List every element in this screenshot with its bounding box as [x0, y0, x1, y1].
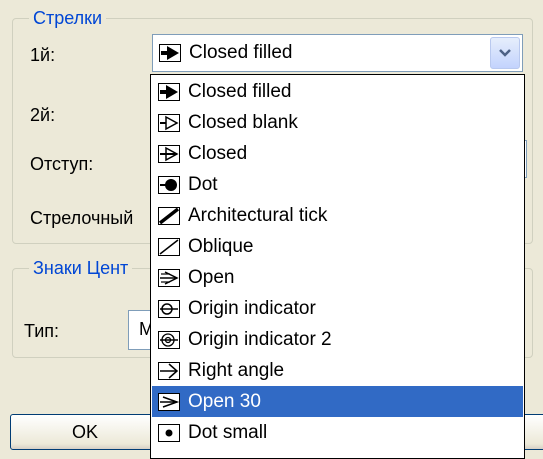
right-angle-arrow-icon	[158, 361, 180, 380]
list-item-label: Open	[188, 266, 235, 288]
list-item-label: Dot	[188, 173, 218, 195]
list-item-label: Closed filled	[188, 80, 292, 102]
offset-label: Отступ:	[30, 154, 94, 174]
list-item[interactable]: Open	[152, 262, 523, 293]
arrow-type-dropdown-list[interactable]: Closed filled Closed blank Closed Dot Ar…	[150, 74, 525, 459]
second-arrow-label: 2й:	[30, 105, 56, 125]
first-arrow-label: 1й:	[30, 45, 56, 65]
list-item-label: Closed	[188, 142, 248, 164]
dot-small-arrow-icon	[158, 423, 180, 442]
list-item[interactable]: Dot small	[152, 417, 523, 448]
ok-button[interactable]: OK	[10, 414, 160, 450]
list-item[interactable]: Origin indicator 2	[152, 324, 523, 355]
closed-filled-arrow-icon	[159, 44, 181, 62]
list-item[interactable]: Closed blank	[152, 107, 523, 138]
list-item-label: Open 30	[188, 390, 261, 412]
list-item[interactable]: Right angle	[152, 355, 523, 386]
closed-filled-arrow-icon	[158, 82, 180, 101]
oblique-icon	[158, 237, 180, 256]
center-marks-group-title: Знаки Цент	[29, 257, 133, 279]
first-arrow-combo-text: Closed filled	[189, 42, 293, 63]
list-item-label: Architectural tick	[188, 204, 328, 226]
list-item-selected[interactable]: Open 30	[152, 386, 523, 417]
arrow-size-label: Стрелочный	[30, 208, 134, 228]
list-item[interactable]: Oblique	[152, 231, 523, 262]
closed-arrow-icon	[158, 144, 180, 163]
dot-arrow-icon	[158, 175, 180, 194]
list-item[interactable]: Dot	[152, 169, 523, 200]
first-arrow-combo[interactable]: Closed filled	[152, 34, 523, 72]
ok-button-label: OK	[71, 421, 98, 442]
arrows-group-title: Стрелки	[29, 7, 107, 29]
list-item-label: Right angle	[188, 359, 285, 381]
open-30-arrow-icon	[158, 392, 180, 411]
list-item-label: Origin indicator	[188, 297, 316, 319]
list-item-label: Dot small	[188, 421, 268, 443]
chevron-down-icon	[499, 49, 511, 57]
closed-blank-arrow-icon	[158, 113, 180, 132]
list-item[interactable]: Origin indicator	[152, 293, 523, 324]
list-item-label: Origin indicator 2	[188, 328, 332, 350]
list-item[interactable]: Closed	[152, 138, 523, 169]
list-item-label: Closed blank	[188, 111, 298, 133]
combo-dropdown-button[interactable]	[490, 37, 520, 69]
open-arrow-icon	[158, 268, 180, 287]
origin-indicator-icon	[158, 299, 180, 318]
list-item[interactable]: Closed filled	[152, 76, 523, 107]
center-type-label: Тип:	[24, 321, 60, 341]
list-item-label: Oblique	[188, 235, 254, 257]
architectural-tick-icon	[158, 206, 180, 225]
first-arrow-combo-value: Closed filled	[159, 42, 293, 64]
list-item[interactable]: Architectural tick	[152, 200, 523, 231]
origin-indicator-2-icon	[158, 330, 180, 349]
